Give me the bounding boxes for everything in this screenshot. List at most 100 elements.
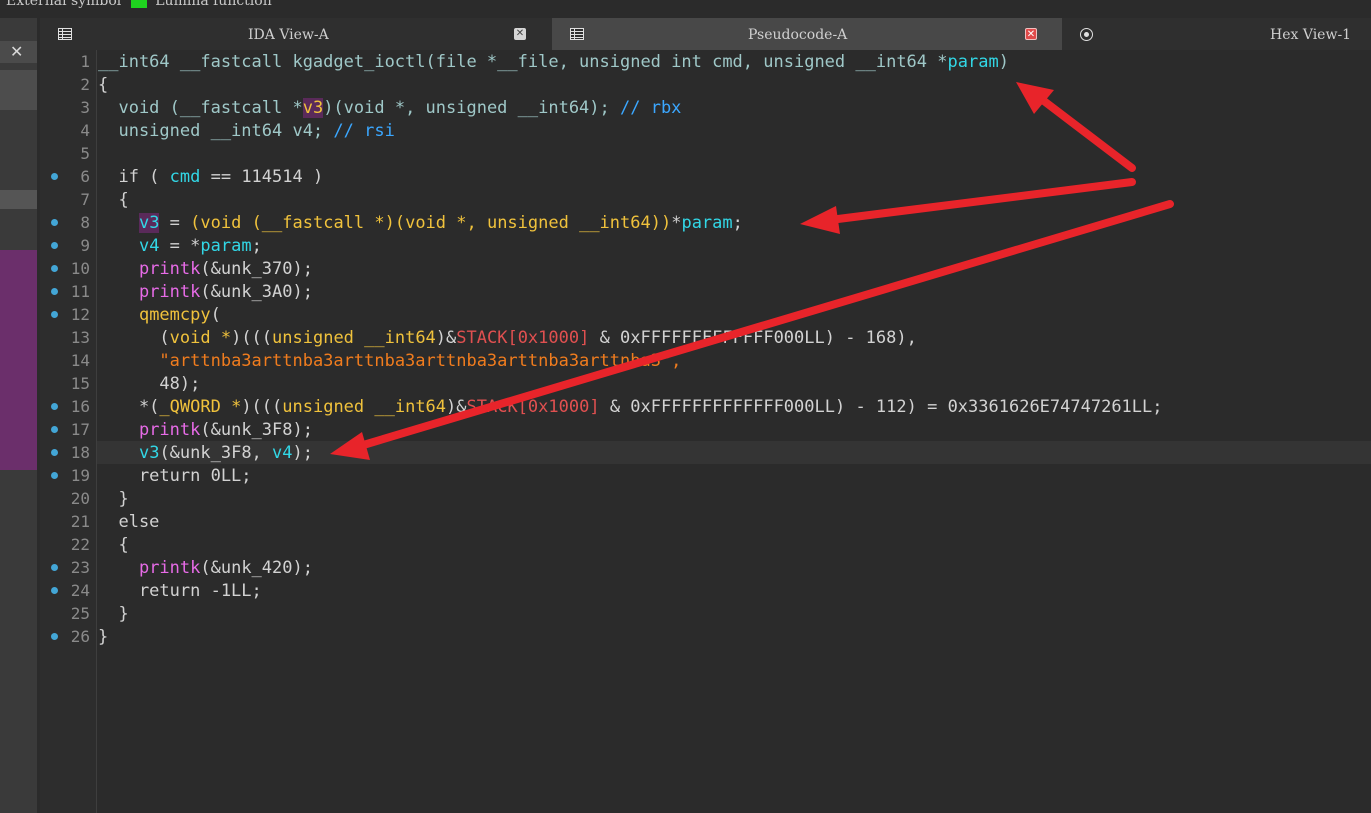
code-text[interactable]: unsigned __int64 v4; // rsi: [98, 121, 394, 141]
close-icon: ✕: [10, 42, 24, 61]
code-line[interactable]: 8 v3 = (void (__fastcall *)(void *, unsi…: [40, 211, 1371, 234]
breakpoint-dot[interactable]: [51, 265, 58, 272]
code-line[interactable]: 9 v4 = *param;: [40, 234, 1371, 257]
tab-bar: IDA View-A ✕ Pseudocode-A ✕ Hex View-1: [40, 18, 1371, 50]
code-line[interactable]: 20 }: [40, 487, 1371, 510]
line-number: 15: [70, 374, 90, 393]
code-text[interactable]: *(_QWORD *)(((unsigned __int64)&STACK[0x…: [98, 397, 1163, 417]
code-line[interactable]: 25 }: [40, 602, 1371, 625]
line-number: 25: [70, 604, 90, 623]
code-text[interactable]: printk(&unk_420);: [98, 558, 313, 578]
panel-close-button[interactable]: ✕: [0, 41, 37, 63]
table-icon: [58, 28, 72, 40]
code-line[interactable]: 7 {: [40, 188, 1371, 211]
code-text[interactable]: qmemcpy(: [98, 305, 221, 325]
line-number: 8: [80, 213, 90, 232]
code-text[interactable]: if ( cmd == 114514 ): [98, 167, 323, 187]
line-number: 12: [70, 305, 90, 324]
code-text[interactable]: return 0LL;: [98, 466, 252, 486]
line-number: 22: [70, 535, 90, 554]
code-text[interactable]: __int64 __fastcall kgadget_ioctl(file *_…: [98, 52, 1009, 72]
pseudocode-editor[interactable]: 1 __int64 __fastcall kgadget_ioctl(file …: [40, 50, 1371, 813]
code-line[interactable]: 4 unsigned __int64 v4; // rsi: [40, 119, 1371, 142]
legend: External symbol Lumina function: [6, 0, 272, 9]
code-text[interactable]: {: [98, 190, 128, 210]
code-text[interactable]: {: [98, 75, 108, 95]
code-text[interactable]: return -1LL;: [98, 581, 262, 601]
code-text[interactable]: "arttnba3arttnba3arttnba3arttnba3arttnba…: [98, 351, 681, 371]
panel-row-selected[interactable]: [0, 190, 37, 209]
code-line[interactable]: 3 void (__fastcall *v3)(void *, unsigned…: [40, 96, 1371, 119]
line-number: 21: [70, 512, 90, 531]
line-number: 6: [80, 167, 90, 186]
breakpoint-dot[interactable]: [51, 219, 58, 226]
code-line-current[interactable]: 18 v3(&unk_3F8, v4);: [40, 441, 1371, 464]
line-number: 18: [70, 443, 90, 462]
panel-lumina-region[interactable]: [0, 250, 37, 470]
code-line[interactable]: 1 __int64 __fastcall kgadget_ioctl(file …: [40, 50, 1371, 73]
code-text[interactable]: void (__fastcall *v3)(void *, unsigned _…: [98, 98, 681, 118]
line-number: 23: [70, 558, 90, 577]
code-text[interactable]: v3 = (void (__fastcall *)(void *, unsign…: [98, 213, 743, 233]
code-text[interactable]: v4 = *param;: [98, 236, 262, 256]
code-text[interactable]: }: [98, 604, 128, 624]
tab-close-button[interactable]: ✕: [1025, 28, 1037, 40]
breakpoint-dot[interactable]: [51, 242, 58, 249]
panel-row[interactable]: [0, 70, 37, 110]
code-line[interactable]: 2 {: [40, 73, 1371, 96]
code-line[interactable]: 22 {: [40, 533, 1371, 556]
line-number: 3: [80, 98, 90, 117]
code-text[interactable]: printk(&unk_370);: [98, 259, 313, 279]
breakpoint-dot[interactable]: [51, 472, 58, 479]
code-line[interactable]: 17 printk(&unk_3F8);: [40, 418, 1371, 441]
line-number: 17: [70, 420, 90, 439]
code-text[interactable]: v3(&unk_3F8, v4);: [98, 443, 313, 463]
code-line[interactable]: 15 48);: [40, 372, 1371, 395]
code-line[interactable]: 24 return -1LL;: [40, 579, 1371, 602]
legend-external-symbol: External symbol: [6, 0, 122, 9]
breakpoint-dot[interactable]: [51, 426, 58, 433]
code-line[interactable]: 6 if ( cmd == 114514 ): [40, 165, 1371, 188]
line-number: 9: [80, 236, 90, 255]
breakpoint-dot[interactable]: [51, 633, 58, 640]
breakpoint-dot[interactable]: [51, 403, 58, 410]
line-number: 2: [80, 75, 90, 94]
breakpoint-dot[interactable]: [51, 449, 58, 456]
code-line[interactable]: 19 return 0LL;: [40, 464, 1371, 487]
breakpoint-dot[interactable]: [51, 587, 58, 594]
line-number: 13: [70, 328, 90, 347]
code-text[interactable]: printk(&unk_3A0);: [98, 282, 313, 302]
code-line[interactable]: 11 printk(&unk_3A0);: [40, 280, 1371, 303]
code-line[interactable]: 23 printk(&unk_420);: [40, 556, 1371, 579]
code-line[interactable]: 16 *(_QWORD *)(((unsigned __int64)&STACK…: [40, 395, 1371, 418]
code-line[interactable]: 5: [40, 142, 1371, 165]
code-line[interactable]: 26 }: [40, 625, 1371, 648]
color-legend-bar: External symbol Lumina function: [0, 0, 1371, 18]
breakpoint-dot[interactable]: [51, 288, 58, 295]
code-text[interactable]: else: [98, 512, 159, 532]
code-line[interactable]: 12 qmemcpy(: [40, 303, 1371, 326]
code-text[interactable]: }: [98, 489, 128, 509]
code-text[interactable]: (void *)(((unsigned __int64)&STACK[0x100…: [98, 328, 916, 348]
code-line[interactable]: 14 "arttnba3arttnba3arttnba3arttnba3artt…: [40, 349, 1371, 372]
tab-label: IDA View-A: [248, 27, 329, 43]
line-number: 1: [80, 52, 90, 71]
functions-panel: ✕: [0, 18, 37, 813]
code-text[interactable]: {: [98, 535, 128, 555]
code-text[interactable]: printk(&unk_3F8);: [98, 420, 313, 440]
tab-ida-view-a[interactable]: IDA View-A ✕: [40, 18, 552, 50]
code-text[interactable]: }: [98, 627, 108, 647]
breakpoint-dot[interactable]: [51, 173, 58, 180]
breakpoint-dot[interactable]: [51, 564, 58, 571]
breakpoint-dot[interactable]: [51, 311, 58, 318]
tab-close-button[interactable]: ✕: [514, 28, 526, 40]
line-number: 10: [70, 259, 90, 278]
tab-pseudocode-a[interactable]: Pseudocode-A ✕: [552, 18, 1062, 50]
code-line[interactable]: 13 (void *)(((unsigned __int64)&STACK[0x…: [40, 326, 1371, 349]
line-number: 11: [70, 282, 90, 301]
tab-hex-view-1[interactable]: Hex View-1: [1062, 18, 1371, 50]
line-number: 14: [70, 351, 90, 370]
code-line[interactable]: 10 printk(&unk_370);: [40, 257, 1371, 280]
code-line[interactable]: 21 else: [40, 510, 1371, 533]
code-text[interactable]: 48);: [98, 374, 200, 394]
